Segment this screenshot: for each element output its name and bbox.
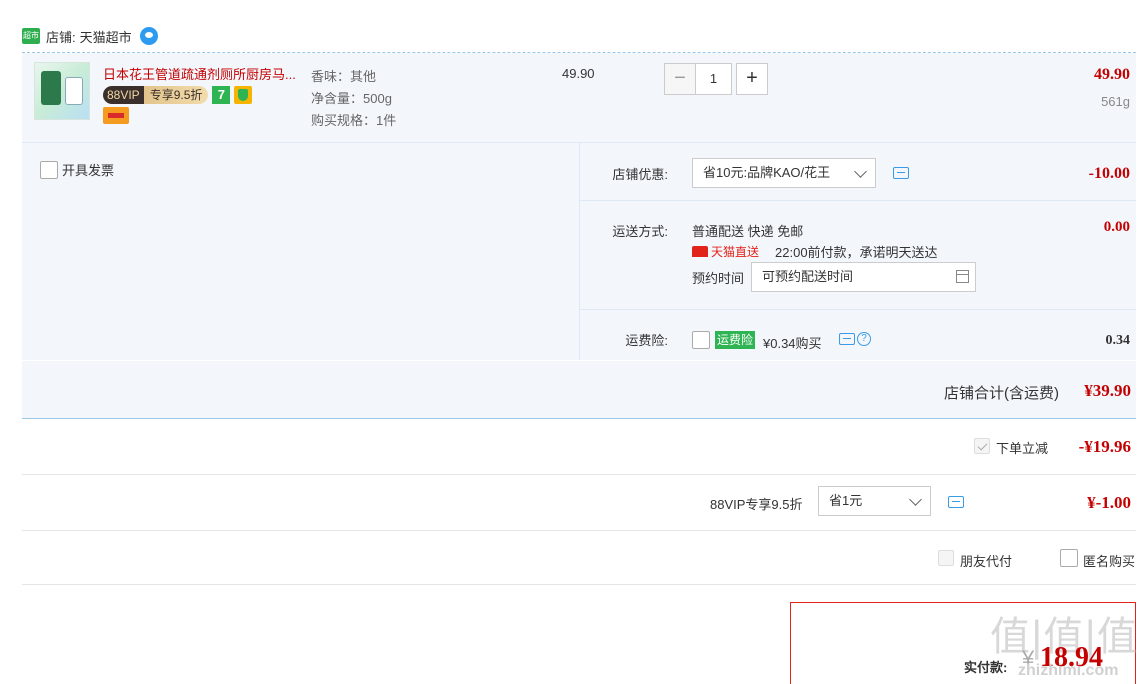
calendar-icon: [956, 270, 969, 283]
options-separator: [580, 309, 1136, 310]
payment-label: 实付款:: [964, 660, 1008, 675]
product-title-link[interactable]: 日本花王管道疏通剂厕所厨房马...: [103, 64, 308, 83]
schedule-label: 预约时间: [692, 271, 745, 286]
tmall-direct-row: 天猫直送 22:00前付款，承诺明天送达: [692, 243, 938, 260]
anonymous-checkbox[interactable]: [1060, 549, 1078, 567]
attr-scent: 香味：其他: [311, 69, 377, 84]
shop-discount-selected: 省10元:品牌KAO/花王: [703, 165, 831, 180]
tmall-direct-label: 天猫直送: [711, 244, 760, 259]
vip-tag: 88VIP 专享9.5折 7: [103, 86, 253, 104]
product-thumbnail[interactable]: [34, 62, 90, 120]
quantity-stepper: − 1 +: [664, 63, 768, 95]
shop-discount-amount: -10.00: [1088, 165, 1130, 182]
unit-price: 49.90: [562, 66, 595, 81]
tmall-cat-icon: [692, 245, 708, 257]
invoice-checkbox[interactable]: [40, 160, 58, 179]
quantity-input[interactable]: 1: [696, 63, 732, 95]
shop-header: 超市 店铺: 天猫超市: [22, 24, 158, 48]
subtotal-label: 店铺合计(含运费): [944, 385, 1059, 402]
instant-discount-label: 下单立减: [996, 441, 1049, 456]
help-icon[interactable]: ?: [857, 332, 871, 346]
shipping-amount: 0.00: [1103, 219, 1130, 235]
insurance-price: ¥0.34购买: [763, 336, 822, 351]
shipping-label: 运送方式:: [612, 224, 668, 239]
wangwang-chat-icon[interactable]: [139, 27, 158, 45]
schedule-time-placeholder: 可预约配送时间: [762, 269, 854, 284]
guarantee-shield-icon: [234, 86, 253, 104]
instant-discount-checkbox: [974, 438, 990, 454]
invoice-label: 开具发票: [62, 163, 115, 178]
shop-name-link[interactable]: 天猫超市: [80, 27, 132, 46]
message-icon[interactable]: [839, 333, 855, 345]
shop-label: 店铺:: [46, 29, 76, 45]
watermark-url: zhizhimi.com: [1018, 662, 1119, 679]
vip-discount-amount: ¥-1.00: [1087, 493, 1131, 512]
message-icon[interactable]: [893, 167, 909, 179]
chevron-down-icon: [909, 493, 922, 506]
insurance-checkbox[interactable]: [692, 331, 710, 349]
instant-discount-amount: -¥19.96: [1078, 437, 1131, 456]
chevron-down-icon: [854, 165, 867, 178]
vip-discount-selected: 省1元: [829, 493, 863, 508]
options-separator: [580, 200, 1136, 201]
row-divider: [22, 474, 1136, 475]
attr-net-content: 净含量：500g: [311, 91, 392, 106]
friend-pay-checkbox: [938, 550, 954, 566]
vip-discount-row-label: 88VIP专享9.5折: [710, 497, 803, 512]
schedule-time-input[interactable]: 可预约配送时间: [751, 262, 976, 292]
increase-quantity-button[interactable]: +: [736, 63, 768, 95]
tmall-market-icon: 超市: [22, 28, 40, 44]
insurance-amount: 0.34: [1105, 333, 1131, 348]
invoice-option: 开具发票: [40, 160, 114, 179]
insurance-badge: 运费险: [715, 331, 756, 349]
row-divider: [22, 530, 1136, 531]
shop-discount-label: 店铺优惠:: [612, 167, 668, 182]
decrease-quantity-button[interactable]: −: [664, 63, 696, 95]
seven-day-return-icon: 7: [212, 86, 231, 104]
vip-discount-select[interactable]: 省1元: [818, 486, 931, 516]
anonymous-label: 匿名购买: [1083, 554, 1136, 569]
delivery-promise: 22:00前付款，承诺明天送达: [775, 244, 938, 260]
item-total-price: 49.90: [1094, 66, 1130, 83]
subtotal-amount: ¥39.90: [1084, 381, 1131, 400]
insurance-label: 运费险:: [625, 333, 668, 348]
attr-spec: 购买规格：1件: [311, 113, 397, 128]
vip-discount-label: 专享9.5折: [143, 86, 209, 104]
credit-card-icon: [103, 107, 129, 124]
shipping-method: 普通配送 快递 免邮: [692, 224, 804, 239]
friend-pay-label: 朋友代付: [960, 554, 1013, 569]
item-weight: 561g: [1101, 94, 1130, 109]
shop-discount-select[interactable]: 省10元:品牌KAO/花王: [692, 158, 876, 188]
message-icon[interactable]: [948, 496, 964, 508]
vip-88-label: 88VIP: [103, 86, 144, 104]
row-divider: [22, 584, 1136, 585]
